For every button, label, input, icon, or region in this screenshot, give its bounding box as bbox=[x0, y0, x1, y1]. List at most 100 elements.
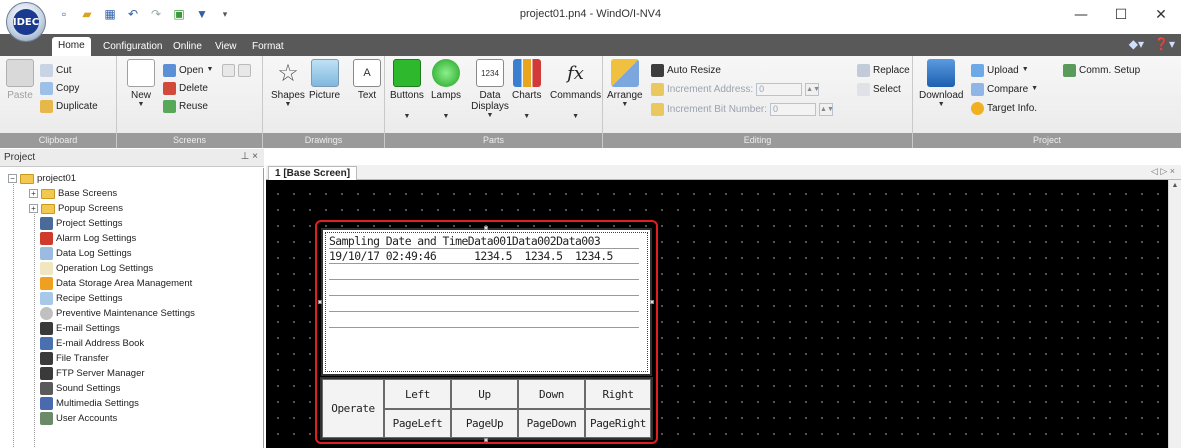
project-settings-icon bbox=[40, 217, 53, 230]
copy-button[interactable]: Copy bbox=[40, 80, 79, 96]
increment-bit-field[interactable]: Increment Bit Number: 0 ▲▼ bbox=[651, 101, 834, 117]
data-log-display[interactable]: Sampling Date and TimeData001Data002Data… bbox=[321, 228, 652, 376]
tab-scroll-close-icons[interactable]: ◁ ▷ × bbox=[1151, 166, 1175, 177]
canvas-vertical-scrollbar[interactable]: ▲ bbox=[1168, 180, 1181, 448]
data-storage-icon bbox=[40, 277, 53, 290]
comm-setup-button[interactable]: Comm. Setup bbox=[1063, 62, 1140, 78]
page-down-button[interactable]: PageDown bbox=[518, 409, 585, 438]
expand-icon[interactable]: + bbox=[29, 189, 38, 198]
tree-item-popup-screens[interactable]: + Popup Screens bbox=[29, 201, 123, 216]
up-button[interactable]: Up bbox=[451, 379, 518, 409]
tree-item-email-address-book[interactable]: E-mail Address Book bbox=[40, 336, 144, 351]
compare-button[interactable]: Compare ▼ bbox=[971, 81, 1038, 97]
ftp-server-icon bbox=[40, 367, 53, 380]
tree-item-file-transfer[interactable]: File Transfer bbox=[40, 351, 109, 366]
tree-item-alarm-log-settings[interactable]: Alarm Log Settings bbox=[40, 231, 136, 246]
buttons-button[interactable]: Buttons ▼ bbox=[390, 59, 424, 121]
comm-setup-icon bbox=[1063, 63, 1076, 77]
tree-item-sound-settings[interactable]: Sound Settings bbox=[40, 381, 120, 396]
charts-button[interactable]: Charts ▼ bbox=[512, 59, 541, 121]
maintenance-icon bbox=[40, 307, 53, 320]
resize-handle[interactable] bbox=[484, 226, 488, 230]
paste-button[interactable]: Paste bbox=[6, 59, 34, 101]
expand-icon[interactable]: + bbox=[29, 204, 38, 213]
title-bar: ▫ ▰ ▦ ↶ ↷ ▣ ▼ ▾ project01.pn4 - WindO/I-… bbox=[0, 0, 1181, 34]
tree-item-user-accounts[interactable]: User Accounts bbox=[40, 411, 117, 426]
cut-button[interactable]: Cut bbox=[40, 62, 72, 78]
arrange-button[interactable]: Arrange ▼ bbox=[607, 59, 643, 109]
tree-item-ftp-server-manager[interactable]: FTP Server Manager bbox=[40, 366, 145, 381]
shapes-button[interactable]: ☆ Shapes ▼ bbox=[271, 59, 305, 109]
data-log-operation-panel: Operate Left Up Down Right PageLeft Page… bbox=[320, 377, 653, 440]
page-right-button[interactable]: PageRight bbox=[585, 409, 651, 438]
data-displays-button[interactable]: 1234 Data Displays ▼ bbox=[470, 59, 510, 120]
reuse-screen-button[interactable]: Reuse bbox=[163, 98, 208, 114]
replace-button[interactable]: Replace bbox=[857, 62, 910, 78]
dropdown-arrow-icon: ▼ bbox=[137, 101, 145, 108]
commands-button[interactable]: fx Commands ▼ bbox=[550, 59, 601, 121]
tab-format[interactable]: Format bbox=[246, 38, 290, 56]
maximize-button[interactable]: ☐ bbox=[1101, 0, 1141, 30]
download-button[interactable]: Download ▼ bbox=[919, 59, 963, 109]
delete-screen-button[interactable]: Delete bbox=[163, 80, 208, 96]
group-title-drawings: Drawings bbox=[263, 133, 384, 148]
tree-item-multimedia-settings[interactable]: Multimedia Settings bbox=[40, 396, 139, 411]
tab-online[interactable]: Online bbox=[167, 38, 208, 56]
minimize-button[interactable]: — bbox=[1061, 0, 1101, 30]
folder-icon bbox=[41, 203, 55, 214]
tree-item-operation-log-settings[interactable]: Operation Log Settings bbox=[40, 261, 153, 276]
tab-base-screen-1[interactable]: 1 [Base Screen] bbox=[268, 166, 358, 180]
tree-item-recipe-settings[interactable]: Recipe Settings bbox=[40, 291, 123, 306]
resize-handle[interactable] bbox=[484, 438, 488, 442]
scroll-up-icon[interactable]: ▲ bbox=[1169, 180, 1181, 192]
open-screen-button[interactable]: Open ▼ bbox=[163, 62, 252, 78]
tree-item-base-screens[interactable]: + Base Screens bbox=[29, 186, 117, 201]
next-screen-icon[interactable] bbox=[238, 63, 252, 77]
select-button[interactable]: Select bbox=[857, 81, 901, 97]
auto-resize-button[interactable]: Auto Resize bbox=[651, 62, 721, 78]
target-info-button[interactable]: Target Info. bbox=[971, 100, 1037, 116]
tree-item-project01[interactable]: − project01 bbox=[8, 171, 76, 186]
tab-view[interactable]: View bbox=[209, 38, 243, 56]
increment-address-icon bbox=[651, 82, 664, 96]
collapse-icon[interactable]: − bbox=[8, 174, 17, 183]
tree-item-preventive-maintenance-settings[interactable]: Preventive Maintenance Settings bbox=[40, 306, 195, 321]
help-icon[interactable]: ❓▾ bbox=[1154, 37, 1175, 51]
tab-configuration[interactable]: Configuration bbox=[97, 38, 168, 56]
close-button[interactable]: ✕ bbox=[1141, 0, 1181, 30]
upload-button[interactable]: Upload ▼ bbox=[971, 62, 1029, 78]
lamps-button[interactable]: Lamps ▼ bbox=[431, 59, 461, 121]
scissors-icon bbox=[40, 63, 53, 77]
tab-home[interactable]: Home bbox=[52, 37, 91, 56]
down-button[interactable]: Down bbox=[518, 379, 585, 409]
auto-resize-icon bbox=[651, 63, 664, 77]
page-up-button[interactable]: PageUp bbox=[451, 409, 518, 438]
duplicate-button[interactable]: Duplicate bbox=[40, 98, 98, 114]
tree-item-data-log-settings[interactable]: Data Log Settings bbox=[40, 246, 132, 261]
new-screen-button[interactable]: New ▼ bbox=[127, 59, 155, 109]
prev-screen-icon[interactable] bbox=[222, 63, 236, 77]
tree-item-email-settings[interactable]: E-mail Settings bbox=[40, 321, 120, 336]
group-drawings: ☆ Shapes ▼ Picture A Text Drawings bbox=[263, 56, 385, 148]
resize-handle[interactable] bbox=[650, 300, 654, 304]
picture-button[interactable]: Picture bbox=[309, 59, 340, 101]
group-title-screens: Screens bbox=[117, 133, 262, 148]
picture-icon bbox=[310, 59, 339, 87]
operate-button[interactable]: Operate bbox=[322, 379, 384, 438]
resize-handle[interactable] bbox=[318, 300, 322, 304]
tree-item-data-storage-area-management[interactable]: Data Storage Area Management bbox=[40, 276, 192, 291]
group-clipboard: Paste Cut Copy Duplicate Clipboard bbox=[0, 56, 117, 148]
right-button[interactable]: Right bbox=[585, 379, 651, 409]
paste-icon bbox=[6, 59, 34, 87]
spinner-icon[interactable]: ▲▼ bbox=[805, 82, 820, 96]
spinner-icon[interactable]: ▲▼ bbox=[819, 102, 834, 116]
pin-close-icons[interactable]: ⊥ × bbox=[241, 151, 258, 162]
page-left-button[interactable]: PageLeft bbox=[384, 409, 451, 438]
text-button[interactable]: A Text bbox=[353, 59, 381, 101]
increment-address-field[interactable]: Increment Address: 0 ▲▼ bbox=[651, 81, 820, 97]
left-button[interactable]: Left bbox=[384, 379, 451, 409]
tree-item-project-settings[interactable]: Project Settings bbox=[40, 216, 123, 231]
application-menu-button[interactable]: IDEC bbox=[6, 2, 46, 42]
style-icon[interactable]: ◆▾ bbox=[1129, 37, 1144, 51]
copy-icon bbox=[40, 81, 53, 95]
